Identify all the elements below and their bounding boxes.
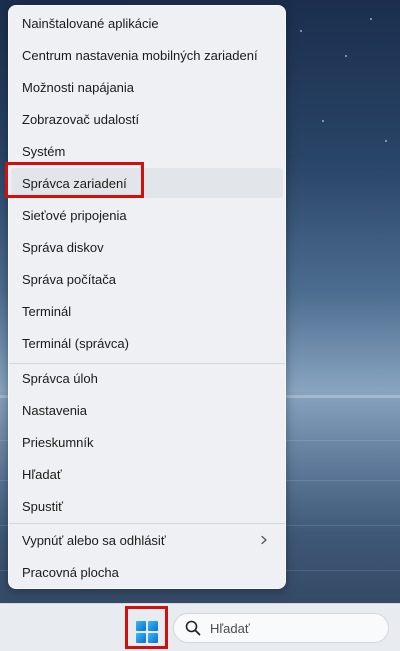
menu-item-file-explorer[interactable]: Prieskumník [9,427,285,457]
menu-item-label: Spustiť [22,498,64,514]
menu-item-computer-management[interactable]: Správa počítača [9,264,285,294]
menu-item-label: Správca zariadení [22,175,127,191]
menu-item-disk-management[interactable]: Správa diskov [9,232,285,262]
menu-item-label: Možnosti napájania [22,79,135,95]
menu-item-label: Sieťové pripojenia [22,207,127,223]
menu-item-terminal-admin[interactable]: Terminál (správca) [9,328,285,358]
menu-item-device-manager[interactable]: Správca zariadení [11,168,283,198]
menu-item-shutdown-signout[interactable]: Vypnúť alebo sa odhlásiť [9,525,285,555]
quick-link-menu: Nainštalované aplikácie Centrum nastaven… [8,5,286,589]
menu-item-label: Pracovná plocha [22,564,119,580]
menu-item-system[interactable]: Systém [9,136,285,166]
menu-item-label: Hľadať [22,466,62,482]
menu-item-label: Terminál (správca) [22,335,129,351]
start-button[interactable] [131,616,163,648]
star [385,140,387,142]
menu-item-label: Systém [22,143,66,159]
menu-item-task-manager[interactable]: Správca úloh [9,363,285,393]
menu-item-label: Správa počítača [22,271,116,287]
menu-item-label: Nainštalované aplikácie [22,15,159,31]
menu-item-label: Centrum nastavenia mobilných zariadení [22,47,258,63]
menu-item-power-options[interactable]: Možnosti napájania [9,72,285,102]
menu-item-desktop[interactable]: Pracovná plocha [9,557,285,587]
menu-item-label: Správca úloh [22,370,98,386]
search-icon [185,620,201,636]
windows-logo-icon [136,621,158,643]
star [300,30,302,32]
taskbar: Hľadať [0,603,400,651]
menu-item-mobility-center[interactable]: Centrum nastavenia mobilných zariadení [9,40,285,70]
menu-item-label: Terminál [22,303,72,319]
menu-item-label: Prieskumník [22,434,94,450]
menu-item-run[interactable]: Spustiť [9,491,285,521]
menu-item-search[interactable]: Hľadať [9,459,285,489]
star [345,55,347,57]
menu-item-label: Správa diskov [22,239,104,255]
star [370,18,372,20]
menu-separator [9,523,285,524]
chevron-right-icon [261,535,267,545]
menu-item-settings[interactable]: Nastavenia [9,395,285,425]
desktop: Nainštalované aplikácie Centrum nastaven… [0,0,400,651]
search-placeholder: Hľadať [210,620,250,636]
taskbar-search-box[interactable]: Hľadať [173,613,389,643]
menu-item-network-connections[interactable]: Sieťové pripojenia [9,200,285,230]
menu-item-installed-apps[interactable]: Nainštalované aplikácie [9,8,285,38]
menu-item-label: Zobrazovač udalostí [22,111,140,127]
menu-item-terminal[interactable]: Terminál [9,296,285,326]
star [322,120,324,122]
menu-item-label: Nastavenia [22,402,88,418]
menu-item-event-viewer[interactable]: Zobrazovač udalostí [9,104,285,134]
menu-item-label: Vypnúť alebo sa odhlásiť [22,532,166,548]
